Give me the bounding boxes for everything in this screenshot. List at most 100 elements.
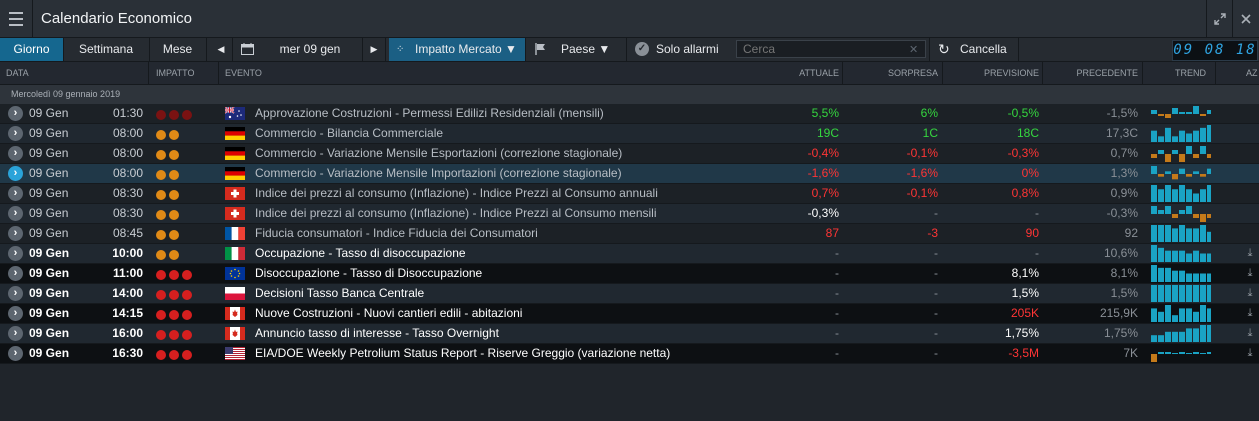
expand-row-icon[interactable]: ›: [8, 326, 23, 341]
calendar-icon[interactable]: [232, 38, 262, 61]
actual-value: -: [835, 286, 839, 300]
actual-value: -: [835, 266, 839, 280]
trend-sparkline[interactable]: [1151, 184, 1211, 203]
trend-sparkline[interactable]: [1151, 264, 1211, 283]
download-icon[interactable]: ⤓: [1244, 247, 1256, 259]
hamburger-menu-icon[interactable]: [0, 0, 33, 37]
trend-sparkline[interactable]: [1151, 284, 1211, 303]
trend-bar: [1193, 193, 1199, 202]
table-row[interactable]: › 09 Gen 08:00 Commercio - Bilancia Commerc…: [0, 124, 1259, 144]
expand-icon[interactable]: [1206, 0, 1233, 37]
impact-dot: [156, 130, 166, 140]
event-name[interactable]: Commercio - Variazione Mensile Esportazi…: [255, 144, 735, 163]
table-row[interactable]: › 09 Gen 16:30 EIA/DOE Weekly Petrolium Sta…: [0, 344, 1259, 364]
expand-row-icon[interactable]: ›: [8, 126, 23, 141]
header-data[interactable]: DATA: [6, 62, 146, 84]
alarms-only-label: Solo allarmi: [656, 42, 719, 56]
expand-row-icon[interactable]: ›: [8, 306, 23, 321]
event-name[interactable]: Occupazione - Tasso di disoccupazione: [255, 244, 735, 263]
expand-row-icon[interactable]: ›: [8, 106, 23, 121]
table-row[interactable]: › 09 Gen 08:45 Fiducia consumatori - Indice…: [0, 224, 1259, 244]
trend-bar: [1165, 331, 1171, 342]
event-date: 09 Gen: [29, 166, 69, 180]
expand-row-icon[interactable]: ›: [8, 166, 23, 181]
trend-sparkline[interactable]: [1151, 144, 1211, 163]
impact-dot: [156, 110, 166, 120]
tab-month[interactable]: Mese: [149, 38, 207, 61]
table-row[interactable]: › 09 Gen 01:30 Approvazione Costruzioni - P…: [0, 104, 1259, 124]
title-bar: Calendario Economico: [0, 0, 1259, 38]
event-name[interactable]: Indice dei prezzi al consumo (Inflazione…: [255, 204, 735, 223]
clear-button[interactable]: ↻ Cancella: [929, 38, 1019, 61]
table-row[interactable]: › 09 Gen 14:00 Decisioni Tasso Banca Centra…: [0, 284, 1259, 304]
trend-sparkline[interactable]: [1151, 124, 1211, 143]
download-icon[interactable]: ⤓: [1244, 267, 1256, 279]
tab-week[interactable]: Settimana: [63, 38, 150, 61]
event-name[interactable]: Commercio - Bilancia Commerciale: [255, 124, 735, 143]
trend-sparkline[interactable]: [1151, 224, 1211, 243]
event-name[interactable]: Fiducia consumatori - Indice Fiducia dei…: [255, 224, 735, 243]
close-icon[interactable]: [1232, 0, 1259, 37]
event-name[interactable]: Indice dei prezzi al consumo (Inflazione…: [255, 184, 735, 203]
event-name[interactable]: Annuncio tasso di interesse - Tasso Over…: [255, 324, 735, 343]
trend-bar: [1179, 352, 1185, 354]
trend-bar: [1179, 250, 1185, 262]
expand-row-icon[interactable]: ›: [8, 286, 23, 301]
event-name[interactable]: EIA/DOE Weekly Petrolium Status Report -…: [255, 344, 735, 363]
prev-date-icon[interactable]: ◀: [210, 38, 233, 61]
trend-bar: [1165, 114, 1171, 118]
download-icon[interactable]: ⤓: [1244, 307, 1256, 319]
download-icon[interactable]: ⤓: [1244, 347, 1256, 359]
trend-bar: [1186, 146, 1192, 154]
table-row[interactable]: › 09 Gen 08:00 Commercio - Variazione Mensi…: [0, 164, 1259, 184]
download-icon[interactable]: ⤓: [1244, 287, 1256, 299]
table-row[interactable]: › 09 Gen 16:00 Annuncio tasso di interesse …: [0, 324, 1259, 344]
download-icon[interactable]: ⤓: [1244, 327, 1256, 339]
expand-row-icon[interactable]: ›: [8, 266, 23, 281]
trend-sparkline[interactable]: [1151, 164, 1211, 183]
trend-sparkline[interactable]: [1151, 344, 1211, 363]
header-sorpresa[interactable]: SORPRESA: [845, 62, 938, 84]
event-name[interactable]: Disoccupazione - Tasso di Disoccupazione: [255, 264, 735, 283]
trend-bar: [1158, 267, 1164, 282]
expand-row-icon[interactable]: ›: [8, 146, 23, 161]
event-name[interactable]: Approvazione Costruzioni - Permessi Edil…: [255, 104, 735, 123]
tab-day[interactable]: Giorno: [0, 38, 64, 61]
header-previsione[interactable]: PREVISIONE: [945, 62, 1039, 84]
trend-bar: [1158, 174, 1164, 177]
trend-sparkline[interactable]: [1151, 204, 1211, 223]
table-row[interactable]: › 09 Gen 08:30 Indice dei prezzi al consumo…: [0, 184, 1259, 204]
header-precedente[interactable]: PRECEDENTE: [1045, 62, 1138, 84]
header-attuale[interactable]: ATTUALE: [742, 62, 839, 84]
expand-row-icon[interactable]: ›: [8, 206, 23, 221]
event-name[interactable]: Commercio - Variazione Mensile Importazi…: [255, 164, 735, 183]
expand-row-icon[interactable]: ›: [8, 246, 23, 261]
expand-row-icon[interactable]: ›: [8, 346, 23, 361]
event-name[interactable]: Nuove Costruzioni - Nuovi cantieri edili…: [255, 304, 735, 323]
table-row[interactable]: › 09 Gen 08:30 Indice dei prezzi al consumo…: [0, 204, 1259, 224]
impact-filter-button[interactable]: ⁘ Impatto Mercato ▼: [389, 38, 526, 61]
table-row[interactable]: › 09 Gen 11:00 Disoccupazione - Tasso di Di…: [0, 264, 1259, 284]
expand-row-icon[interactable]: ›: [8, 226, 23, 241]
clear-search-icon[interactable]: ✕: [909, 43, 918, 56]
header-impatto[interactable]: IMPATTO: [156, 62, 216, 84]
header-evento[interactable]: EVENTO: [225, 62, 525, 84]
trend-sparkline[interactable]: [1151, 104, 1211, 123]
table-row[interactable]: › 09 Gen 14:15 Nuove Costruzioni - Nuovi ca…: [0, 304, 1259, 324]
alarms-only-button[interactable]: ✓ Solo allarmi: [627, 38, 731, 61]
header-trend[interactable]: TREND: [1175, 62, 1215, 84]
trend-bar: [1172, 285, 1178, 302]
next-date-icon[interactable]: ▶: [362, 38, 386, 61]
trend-sparkline[interactable]: [1151, 304, 1211, 323]
current-date[interactable]: mer 09 gen: [262, 38, 358, 61]
country-filter-button[interactable]: Paese ▼: [526, 38, 627, 61]
trend-bar: [1158, 225, 1164, 242]
search-input[interactable]: [736, 40, 926, 58]
event-name[interactable]: Decisioni Tasso Banca Centrale: [255, 284, 735, 303]
expand-row-icon[interactable]: ›: [8, 186, 23, 201]
trend-sparkline[interactable]: [1151, 324, 1211, 343]
trend-sparkline[interactable]: [1151, 244, 1211, 263]
table-row[interactable]: › 09 Gen 08:00 Commercio - Variazione Mensi…: [0, 144, 1259, 164]
table-row[interactable]: › 09 Gen 10:00 Occupazione - Tasso di disoc…: [0, 244, 1259, 264]
header-az[interactable]: AZ: [1246, 62, 1259, 84]
